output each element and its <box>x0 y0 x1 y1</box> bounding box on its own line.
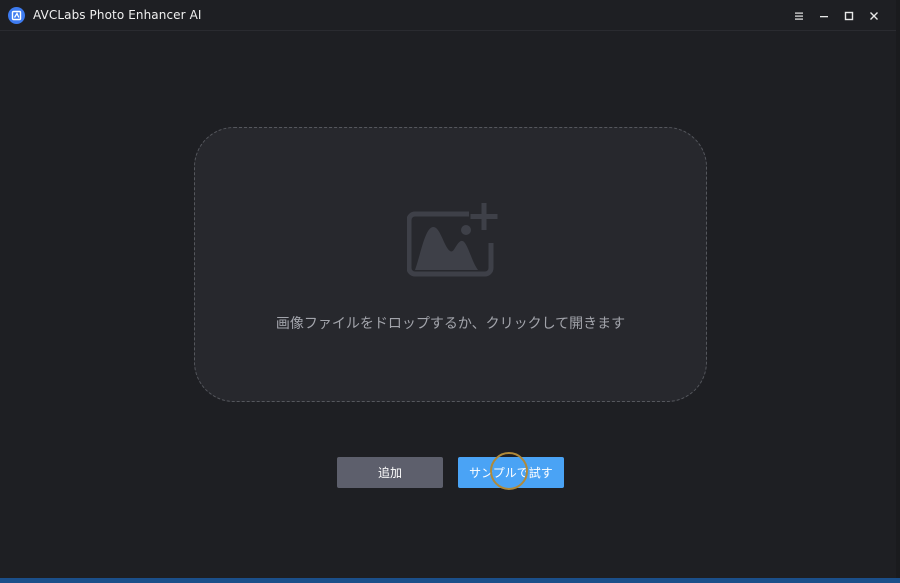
window-controls <box>786 5 886 27</box>
drop-instruction-text: 画像ファイルをドロップするか、クリックして開きます <box>275 316 626 332</box>
close-icon <box>869 12 878 20</box>
minimize-icon <box>819 16 828 18</box>
add-button[interactable]: 追加 <box>337 457 443 488</box>
maximize-icon <box>844 11 853 21</box>
app-title: AVCLabs Photo Enhancer AI <box>33 8 202 22</box>
avclabs-logo-icon <box>8 7 25 24</box>
app-window: AVCLabs Photo Enhancer AI 画像ファイルをドロップするか… <box>0 0 900 583</box>
hamburger-menu-icon <box>794 12 803 20</box>
image-drop-zone[interactable]: 画像ファイルをドロップするか、クリックして開きます <box>194 127 707 402</box>
minimize-button[interactable] <box>811 5 836 27</box>
add-image-icon <box>407 203 498 277</box>
window-right-edge <box>896 0 900 583</box>
try-sample-button[interactable]: サンプルで試す <box>458 457 564 488</box>
window-bottom-edge <box>0 578 900 583</box>
maximize-button[interactable] <box>836 5 861 27</box>
close-button[interactable] <box>861 5 886 27</box>
title-bar: AVCLabs Photo Enhancer AI <box>0 0 900 31</box>
menu-button[interactable] <box>786 5 811 27</box>
